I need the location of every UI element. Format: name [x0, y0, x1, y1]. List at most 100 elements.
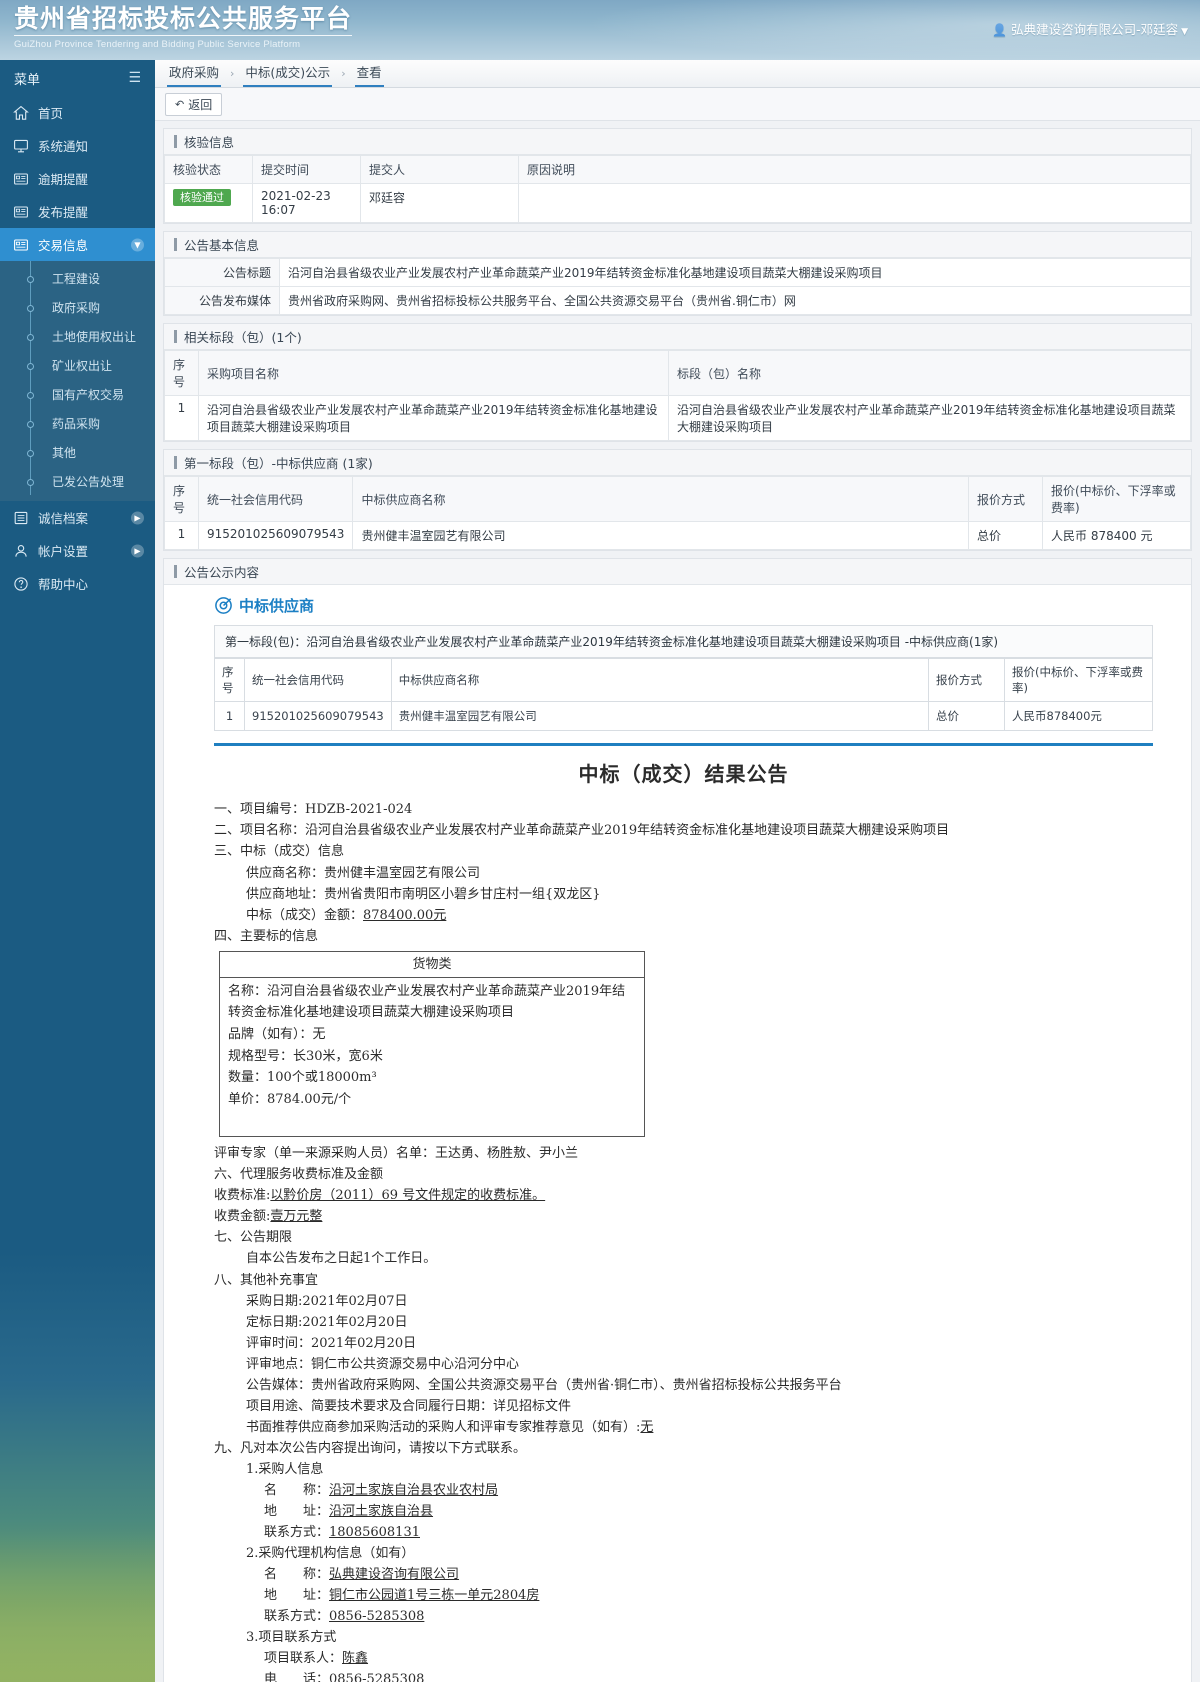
- sidebar-item-account-settings[interactable]: 帐户设置 ▶: [0, 534, 155, 567]
- doc-agency-address-label: 地 址：: [264, 1588, 330, 1604]
- chevron-down-icon[interactable]: ▼: [131, 238, 144, 251]
- sidebar-item-publish-reminder[interactable]: 发布提醒: [0, 195, 155, 228]
- doc-supplementary-heading: 八、其他补充事宜: [214, 1272, 319, 1288]
- brand: 贵州省招标投标公共服务平台 GuiZhou Province Tendering…: [14, 5, 353, 50]
- back-button[interactable]: ↶ 返回: [165, 92, 223, 116]
- verify-panel-title: 核验信息: [164, 129, 1191, 155]
- goods-quantity: 数量：100个或18000m³: [228, 1070, 377, 1086]
- doc-purchaser-tel-label: 联系方式：: [264, 1525, 330, 1541]
- table-header-row: 序号 统一社会信用代码 中标供应商名称 报价方式 报价(中标价、下浮率或费率): [164, 476, 1191, 522]
- announcement-title-label: 公告标题: [164, 258, 280, 287]
- row-supplier-name: 贵州健丰温室园艺有限公司: [390, 701, 930, 731]
- list-icon: [12, 509, 29, 526]
- sidebar-subitem-engineering[interactable]: 工程建设: [0, 264, 155, 293]
- user-menu[interactable]: 👤 弘典建设咨询有限公司-邓廷容 ▼: [992, 19, 1188, 38]
- sidebar-subitem-land-use-rights[interactable]: 土地使用权出让: [0, 322, 155, 351]
- chevron-right-icon[interactable]: ▶: [131, 511, 144, 524]
- doc-purchase-date: 采购日期:2021年02月07日: [246, 1293, 408, 1309]
- target-icon: [214, 596, 233, 615]
- sidebar-subitem-label: 工程建设: [52, 272, 101, 286]
- doc-award-heading: 三、中标（成交）信息: [214, 844, 345, 860]
- doc-fee-amount-value: 壹万元整: [270, 1209, 323, 1225]
- sidebar-subitem-state-property[interactable]: 国有产权交易: [0, 380, 155, 409]
- doc-project-contact-tel: 电 话：0856-5285308: [214, 1669, 1153, 1682]
- sidebar-subitem-mining-rights[interactable]: 矿业权出让: [0, 351, 155, 380]
- sidebar-item-label: 帮助中心: [38, 577, 89, 592]
- col-project-name: 采购项目名称: [198, 350, 669, 396]
- doc-supplier-name: 供应商名称：贵州健丰温室园艺有限公司: [246, 865, 481, 881]
- goods-unit-price: 单价：8784.00元/个: [228, 1091, 352, 1107]
- doc-award-date: 定标日期:2021年02月20日: [246, 1314, 408, 1330]
- row-credit-code: 915201025609079543: [197, 521, 354, 550]
- doc-purchaser-heading: 1.采购人信息: [246, 1461, 324, 1477]
- col-submitter: 提交人: [360, 155, 519, 184]
- col-status: 核验状态: [164, 155, 253, 184]
- reason-cell: [518, 183, 1191, 223]
- folder-icon: [12, 236, 29, 253]
- doc-recommendation-value: 无: [640, 1419, 654, 1435]
- sidebar-item-label: 诚信档案: [38, 511, 89, 526]
- doc-purchaser-name-value: 沿河土家族自治县农业农村局: [329, 1482, 499, 1498]
- doc-agency-tel: 联系方式：0856-5285308: [214, 1606, 1153, 1627]
- doc-recommendation: 书面推荐供应商参加采购活动的采购人和评审专家推荐意见（如有）:无: [214, 1417, 1153, 1438]
- verify-panel: 核验信息 核验状态 提交时间 提交人 原因说明 核验通过 2021-02-23 …: [163, 128, 1192, 224]
- chevron-right-icon[interactable]: ▶: [131, 544, 144, 557]
- row-section-name: 沿河自治县省级农业产业发展农村产业革命蔬菜产业2019年结转资金标准化基地建设项…: [668, 395, 1191, 441]
- doc-notice-period-heading: 七、公告期限: [214, 1230, 293, 1246]
- breadcrumb-item-1[interactable]: 中标(成交)公示: [243, 61, 333, 87]
- sidebar-subitem-other[interactable]: 其他: [0, 438, 155, 467]
- sidebar-subitem-label: 其他: [52, 446, 77, 460]
- monitor-icon: [12, 137, 29, 154]
- col-supplier-name: 中标供应商名称: [352, 476, 969, 522]
- doc-agency-address: 地 址：铜仁市公园道1号三栋一单元2804房: [214, 1585, 1153, 1606]
- sidebar-subitem-label: 药品采购: [52, 417, 101, 431]
- doc-project-contact-person: 项目联系人：陈鑫: [214, 1648, 1153, 1669]
- announcement-supplier-table: 序号 统一社会信用代码 中标供应商名称 报价方式 报价(中标价、下浮率或费率) …: [214, 658, 1153, 731]
- doc-fee-amount-label: 收费金额:: [214, 1209, 271, 1225]
- doc-agency-address-value: 铜仁市公园道1号三栋一单元2804房: [329, 1588, 540, 1604]
- status-cell: 核验通过: [164, 183, 253, 223]
- breadcrumb-item-0[interactable]: 政府采购: [167, 61, 222, 87]
- sidebar-item-credit-archive[interactable]: 诚信档案 ▶: [0, 501, 155, 534]
- goods-name: 名称：沿河自治县省级农业产业发展农村产业革命蔬菜产业2019年结转资金标准化基地…: [228, 983, 626, 1021]
- sidebar-item-transaction-info[interactable]: 交易信息 ▼: [0, 228, 155, 261]
- doc-purchaser-address: 地 址：沿河土家族自治县: [214, 1501, 1153, 1522]
- col-credit-code: 统一社会信用代码: [244, 658, 392, 702]
- table-row: 1 915201025609079543 贵州健丰温室园艺有限公司 总价 人民币…: [164, 521, 1191, 550]
- sidebar-subitem-drug-procurement[interactable]: 药品采购: [0, 409, 155, 438]
- goods-brand: 品牌（如有）：无: [228, 1026, 326, 1042]
- breadcrumb-separator-icon: ›: [341, 67, 346, 80]
- sidebar-item-help-center[interactable]: 帮助中心: [0, 567, 155, 600]
- verify-table: 核验状态 提交时间 提交人 原因说明 核验通过 2021-02-23 16:07…: [164, 155, 1191, 223]
- sidebar-subitem-published-handling[interactable]: 已发公告处理: [0, 467, 155, 496]
- submitter-cell: 邓廷容: [360, 183, 519, 223]
- sidebar-item-system-notice[interactable]: 系统通知: [0, 129, 155, 162]
- basic-info-panel: 公告基本信息 公告标题 沿河自治县省级农业产业发展农村产业革命蔬菜产业2019年…: [163, 231, 1192, 316]
- breadcrumb-separator-icon: ›: [230, 67, 235, 80]
- announcement-title-value: 沿河自治县省级农业产业发展农村产业革命蔬菜产业2019年结转资金标准化基地建设项…: [279, 258, 1191, 287]
- announcement-media-label: 公告发布媒体: [164, 286, 280, 315]
- sidebar-item-home[interactable]: 首页: [0, 96, 155, 129]
- hamburger-icon[interactable]: ☰: [128, 70, 141, 86]
- announcement-media-value: 贵州省政府采购网、贵州省招标投标公共服务平台、全国公共资源交易平台（贵州省.铜仁…: [279, 286, 1191, 315]
- sidebar-item-overdue-reminder[interactable]: 逾期提醒: [0, 162, 155, 195]
- winning-supplier-heading-label: 中标供应商: [239, 597, 315, 615]
- col-no: 序号: [164, 476, 199, 522]
- app-title: 贵州省招标投标公共服务平台: [14, 5, 353, 36]
- sidebar-subitem-gov-procurement[interactable]: 政府采购: [0, 293, 155, 322]
- col-credit-code: 统一社会信用代码: [197, 476, 354, 522]
- doc-recommendation-label: 书面推荐供应商参加采购活动的采购人和评审专家推荐意见（如有）:: [246, 1419, 641, 1435]
- basic-info-panel-title: 公告基本信息: [164, 232, 1191, 258]
- sidebar-submenu: 工程建设 政府采购 土地使用权出让 矿业权出让 国有产权交易 药品采购 其他 已…: [0, 261, 155, 501]
- announcement-content-panel: 公告公示内容 中标供应商 第一标段(包)：沿河自治县省级农业产业发展农村产业革命…: [163, 558, 1192, 1682]
- status-badge: 核验通过: [173, 189, 231, 206]
- breadcrumb-item-2[interactable]: 查看: [354, 61, 384, 87]
- user-name: 弘典建设咨询有限公司-邓廷容: [1011, 22, 1179, 37]
- doc-purchaser-address-label: 地 址：: [264, 1504, 330, 1520]
- doc-fee-amount: 收费金额:壹万元整: [214, 1206, 1153, 1227]
- divider: [214, 743, 1153, 746]
- row-quote: 人民币 878400 元: [1042, 521, 1191, 550]
- doc-fee-standard-label: 收费标准:: [214, 1188, 271, 1204]
- doc-notice-period-body: 自本公告发布之日起1个工作日。: [246, 1251, 437, 1267]
- sidebar-item-label: 系统通知: [38, 139, 89, 154]
